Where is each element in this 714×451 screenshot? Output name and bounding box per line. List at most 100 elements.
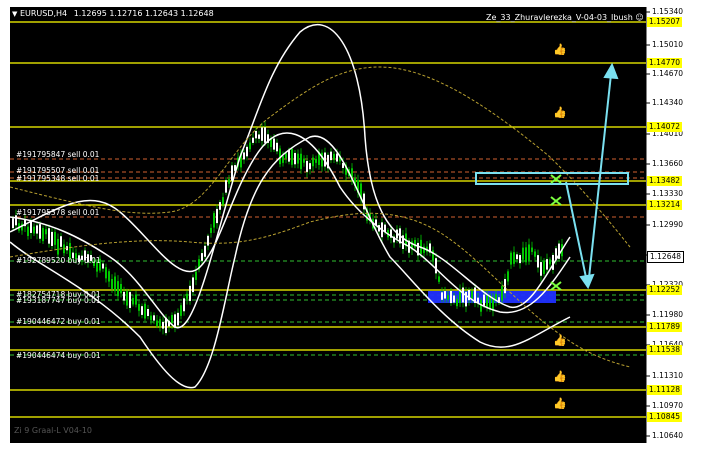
- candle-body: [522, 247, 524, 260]
- candle-body: [42, 228, 44, 242]
- candle-body: [108, 271, 110, 282]
- candle-body: [216, 208, 218, 224]
- candle-body: [441, 292, 443, 300]
- candle-body: [528, 244, 530, 261]
- indicator-name: Ze_33_Zhuravlerezka_V-04-03_Ibush: [486, 13, 633, 22]
- candle-body: [27, 226, 29, 236]
- candle-body: [123, 291, 125, 301]
- candle-body: [534, 251, 536, 257]
- candle-body: [222, 197, 224, 205]
- candle-body: [294, 152, 296, 165]
- order-label[interactable]: #191795378 sell 0.01: [16, 208, 99, 217]
- level-price-box: 1.14770: [647, 58, 683, 68]
- candle-body: [516, 254, 518, 260]
- candle-body: [438, 276, 440, 282]
- candle-body: [138, 304, 140, 311]
- candle-body: [114, 276, 116, 292]
- level-price-box: 1.10845: [647, 412, 683, 422]
- price-tick: 1.12990: [652, 220, 684, 229]
- footer-label: Zi 9 Graal-L V04-10: [14, 426, 92, 435]
- candle-body: [306, 160, 308, 172]
- candle-body: [144, 303, 146, 319]
- thumbs-up-icon: 👍: [553, 334, 567, 347]
- candle-body: [291, 148, 293, 165]
- candle-body: [435, 258, 437, 274]
- candle-body: [141, 306, 143, 315]
- candle-body: [540, 262, 542, 276]
- price-tick: 1.11980: [652, 310, 684, 319]
- candle-body: [195, 271, 197, 280]
- candle-body: [45, 229, 47, 235]
- candle-body: [531, 247, 533, 252]
- candle-body: [444, 291, 446, 299]
- ohlc-values: 1.12695 1.12716 1.12643 1.12648: [73, 9, 214, 18]
- price-tick: 1.10970: [652, 401, 684, 410]
- thumbs-up-icon: 👍: [553, 397, 567, 410]
- price-chart[interactable]: [10, 7, 690, 443]
- candle-body: [162, 321, 164, 329]
- price-tick: 1.14340: [652, 98, 684, 107]
- candle-body: [186, 293, 188, 299]
- triangle-down-icon[interactable]: ▼: [12, 10, 17, 18]
- candle-body: [213, 213, 215, 228]
- candle-body: [231, 165, 233, 181]
- level-price-box: 1.14072: [647, 122, 683, 132]
- candle-body: [225, 180, 227, 193]
- candle-body: [177, 312, 179, 326]
- candle-body: [273, 138, 275, 150]
- order-label[interactable]: #191795348 sell 0.01: [16, 174, 99, 183]
- price-tick: 1.13660: [652, 159, 684, 168]
- order-label[interactable]: #193187747 buy 0.01: [16, 296, 101, 305]
- candle-body: [276, 142, 278, 152]
- candle-body: [543, 260, 545, 274]
- candle-body: [483, 294, 485, 306]
- candle-body: [471, 291, 473, 300]
- candle-body: [513, 252, 515, 264]
- thumbs-up-icon: 👍: [553, 106, 567, 119]
- candle-body: [297, 153, 299, 164]
- order-label[interactable]: #191795847 sell 0.01: [16, 150, 99, 159]
- candle-body: [63, 244, 65, 254]
- symbol-timeframe: EURUSD,H4: [19, 9, 68, 18]
- level-price-box: 1.15207: [647, 17, 683, 27]
- chart-header: ▼ EURUSD,H4 1.12695 1.12716 1.12643 1.12…: [12, 9, 214, 18]
- level-price-box: 1.11128: [647, 385, 683, 395]
- order-label[interactable]: #192789520 buy 0.01: [16, 256, 101, 265]
- candle-body: [264, 127, 266, 143]
- candle-body: [456, 298, 458, 307]
- candle-body: [282, 156, 284, 163]
- candle-body: [156, 320, 158, 326]
- candle-body: [315, 158, 317, 163]
- order-label[interactable]: #190446474 buy 0.01: [16, 351, 101, 360]
- thumbs-up-icon: 👍: [553, 370, 567, 383]
- candle-body: [261, 127, 263, 141]
- smiley-icon[interactable]: ☺: [635, 13, 643, 22]
- candle-body: [180, 305, 182, 316]
- candle-body: [126, 290, 128, 306]
- candle-body: [300, 153, 302, 170]
- candle-body: [135, 294, 137, 305]
- candle-body: [228, 179, 230, 184]
- chart-window[interactable]: ▼ EURUSD,H4 1.12695 1.12716 1.12643 1.12…: [10, 7, 690, 443]
- level-price-box: 1.12252: [647, 285, 683, 295]
- candle-body: [447, 295, 449, 300]
- level-price-box: 1.13214: [647, 200, 683, 210]
- level-price-box: 1.11789: [647, 322, 683, 332]
- candle-body: [249, 142, 251, 150]
- candle-body: [258, 134, 260, 139]
- candle-body: [549, 259, 551, 265]
- candle-body: [519, 255, 521, 264]
- candle-body: [183, 298, 185, 312]
- candle-body: [48, 228, 50, 244]
- candle-body: [105, 267, 107, 279]
- order-label[interactable]: #190446472 buy 0.01: [16, 317, 101, 326]
- price-tick: 1.15340: [652, 7, 684, 16]
- candle-body: [510, 252, 512, 265]
- candle-body: [333, 153, 335, 160]
- candle-body: [243, 152, 245, 160]
- candle-body: [312, 157, 314, 167]
- candle-body: [171, 315, 173, 324]
- candle-body: [210, 227, 212, 233]
- level-price-box: 1.11538: [647, 345, 683, 355]
- candle-body: [207, 235, 209, 246]
